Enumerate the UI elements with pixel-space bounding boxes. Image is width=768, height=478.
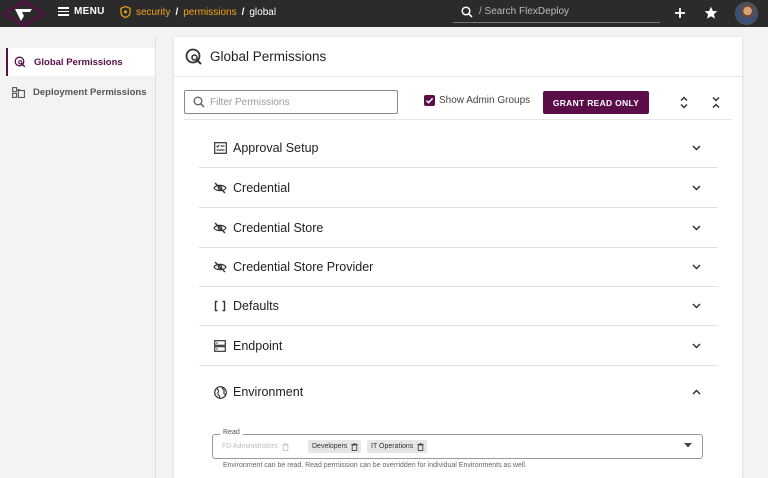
breadcrumb: security / permissions / global	[120, 6, 276, 18]
section-environment[interactable]: Environment	[199, 367, 718, 417]
checkbox-checked-icon	[424, 95, 435, 106]
sidebar-item-deployment-permissions[interactable]: Deployment Permissions	[6, 78, 155, 106]
breadcrumb-global: global	[249, 6, 277, 18]
expand-all-button[interactable]	[676, 94, 692, 110]
section-label: Environment	[233, 385, 304, 399]
section-approval-setup[interactable]: Approval Setup	[199, 129, 718, 168]
chevron-down-icon	[690, 340, 702, 352]
section-credential-store-provider[interactable]: Credential Store Provider	[199, 248, 718, 287]
eye-off-icon	[213, 221, 227, 235]
globe-icon	[213, 385, 227, 399]
flexdeploy-logo[interactable]	[2, 0, 46, 27]
section-label: Credential Store	[233, 221, 324, 235]
sidebar-item-label: Global Permissions	[34, 56, 123, 68]
page-title: Global Permissions	[210, 49, 327, 64]
section-label: Approval Setup	[233, 141, 319, 155]
unfold-more-icon	[680, 95, 688, 109]
section-credential-store[interactable]: Credential Store	[199, 209, 718, 248]
collapse-all-button[interactable]	[708, 94, 724, 110]
breadcrumb-permissions[interactable]: permissions	[183, 7, 236, 18]
approval-list-icon	[213, 141, 227, 155]
trash-icon	[281, 442, 289, 451]
eye-off-icon	[213, 181, 227, 195]
shield-search-icon	[185, 48, 202, 65]
user-avatar[interactable]	[735, 2, 758, 25]
breadcrumb-separator: /	[241, 6, 245, 18]
plus-icon	[675, 8, 685, 18]
chevron-down-icon	[690, 182, 702, 194]
sidebar: Global Permissions Deployment Permission…	[0, 37, 155, 478]
section-credential[interactable]: Credential	[199, 169, 718, 208]
menu-label: MENU	[74, 6, 105, 17]
chip-it-operations[interactable]: IT Operations	[367, 440, 428, 453]
chip-label: IT Operations	[371, 443, 414, 450]
trash-icon[interactable]	[351, 442, 359, 451]
show-admin-groups-checkbox[interactable]: Show Admin Groups	[424, 95, 530, 106]
search-icon	[193, 96, 205, 108]
menu-button[interactable]: MENU	[58, 6, 105, 17]
top-bar: MENU security / permissions / global	[0, 0, 768, 27]
sidebar-item-global-permissions[interactable]: Global Permissions	[6, 48, 155, 76]
dropdown-arrow-icon[interactable]	[684, 443, 692, 448]
section-label: Endpoint	[233, 339, 283, 353]
favorites-button[interactable]	[703, 5, 719, 21]
section-endpoint[interactable]: Endpoint	[199, 327, 718, 366]
breadcrumb-security[interactable]: security	[136, 7, 170, 18]
grant-read-only-button[interactable]: GRANT READ ONLY	[543, 91, 649, 114]
star-icon	[704, 6, 718, 19]
toolbar-divider	[184, 119, 732, 120]
chevron-up-icon	[690, 386, 702, 398]
section-defaults[interactable]: Defaults	[199, 287, 718, 326]
chevron-down-icon	[690, 261, 702, 273]
filter-input[interactable]	[210, 96, 390, 108]
add-button[interactable]	[672, 5, 688, 21]
filter-permissions[interactable]	[184, 90, 398, 114]
trash-icon[interactable]	[417, 442, 424, 451]
environment-hint: Environment can be read. Read permission…	[223, 462, 527, 469]
sidebar-divider	[155, 37, 156, 478]
show-admin-groups-label: Show Admin Groups	[439, 95, 531, 106]
hamburger-icon	[58, 7, 69, 16]
section-label: Defaults	[233, 299, 279, 313]
chip-fd-administrators: FD Administrators	[218, 440, 292, 453]
section-label: Credential	[233, 181, 290, 195]
search-input[interactable]	[479, 6, 649, 17]
chevron-down-icon	[690, 222, 702, 234]
shield-icon	[120, 6, 131, 18]
section-label: Credential Store Provider	[233, 260, 374, 274]
breadcrumb-separator: /	[175, 6, 179, 18]
chip-developers[interactable]: Developers	[308, 440, 362, 453]
chevron-down-icon	[690, 142, 702, 154]
sidebar-item-label: Deployment Permissions	[33, 86, 147, 98]
chip-label: Developers	[312, 443, 348, 450]
deployment-grid-icon	[12, 86, 25, 98]
eye-off-icon	[213, 260, 227, 274]
chevron-down-icon	[690, 300, 702, 312]
read-field-label: Read	[220, 429, 243, 436]
card-header: Global Permissions	[174, 37, 742, 77]
unfold-less-icon	[712, 96, 720, 108]
permissions-card: Global Permissions Show Admin Groups GRA…	[174, 37, 742, 478]
search-icon	[461, 5, 473, 18]
global-search[interactable]	[453, 1, 660, 23]
brackets-icon	[213, 299, 227, 313]
shield-search-icon	[14, 56, 26, 68]
server-icon	[213, 339, 227, 353]
chip-label: FD Administrators	[222, 443, 278, 450]
